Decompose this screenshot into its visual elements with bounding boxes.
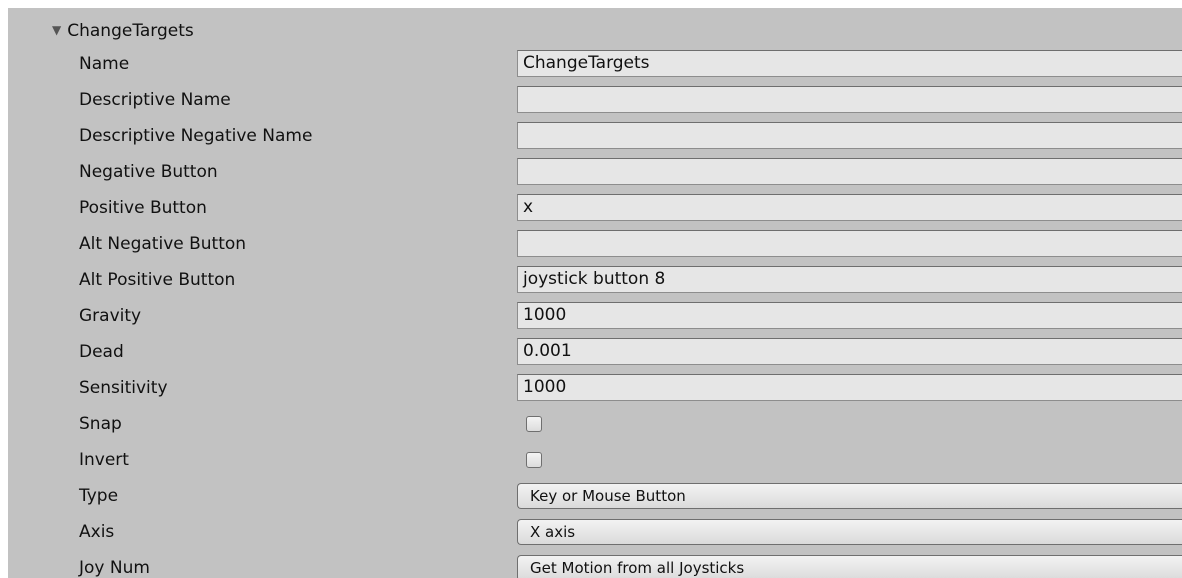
section-title: ChangeTargets [67, 21, 194, 41]
row-joy-num: Joy Num Get Motion from all Joysticks [8, 550, 1182, 578]
row-negative-button: Negative Button [8, 154, 1182, 190]
joy-num-dropdown[interactable]: Get Motion from all Joysticks [517, 555, 1182, 578]
positive-button-field[interactable]: x [517, 194, 1182, 221]
alt-positive-button-label: Alt Positive Button [79, 270, 236, 290]
dead-field[interactable]: 0.001 [517, 338, 1182, 365]
descriptive-name-label: Descriptive Name [79, 90, 231, 110]
dead-label: Dead [79, 342, 124, 362]
invert-label: Invert [79, 450, 129, 470]
alt-negative-button-label: Alt Negative Button [79, 234, 247, 254]
row-positive-button: Positive Button x [8, 190, 1182, 226]
invert-checkbox[interactable] [526, 452, 542, 468]
snap-label: Snap [79, 414, 122, 434]
type-dropdown[interactable]: Key or Mouse Button [517, 483, 1182, 509]
sensitivity-label: Sensitivity [79, 378, 168, 398]
row-descriptive-negative-name: Descriptive Negative Name [8, 118, 1182, 154]
row-type: Type Key or Mouse Button [8, 478, 1182, 514]
joy-num-label: Joy Num [79, 558, 150, 578]
descriptive-negative-name-label: Descriptive Negative Name [79, 126, 313, 146]
name-field[interactable]: ChangeTargets [517, 50, 1182, 77]
positive-button-label: Positive Button [79, 198, 207, 218]
alt-negative-button-field[interactable] [517, 230, 1182, 257]
type-label: Type [79, 486, 119, 506]
row-alt-negative-button: Alt Negative Button [8, 226, 1182, 262]
row-descriptive-name: Descriptive Name [8, 82, 1182, 118]
axis-label: Axis [79, 522, 115, 542]
descriptive-negative-name-field[interactable] [517, 122, 1182, 149]
row-name: Name ChangeTargets [8, 46, 1182, 82]
negative-button-field[interactable] [517, 158, 1182, 185]
triangle-down-icon[interactable]: ▼ [52, 23, 61, 37]
row-sensitivity: Sensitivity 1000 [8, 370, 1182, 406]
row-invert: Invert [8, 442, 1182, 478]
descriptive-name-field[interactable] [517, 86, 1182, 113]
row-axis: Axis X axis [8, 514, 1182, 550]
snap-checkbox[interactable] [526, 416, 542, 432]
alt-positive-button-field[interactable]: joystick button 8 [517, 266, 1182, 293]
input-axis-inspector: ▼ ChangeTargets Name ChangeTargets Descr… [8, 8, 1182, 578]
negative-button-label: Negative Button [79, 162, 218, 182]
row-gravity: Gravity 1000 [8, 298, 1182, 334]
sensitivity-field[interactable]: 1000 [517, 374, 1182, 401]
row-alt-positive-button: Alt Positive Button joystick button 8 [8, 262, 1182, 298]
row-dead: Dead 0.001 [8, 334, 1182, 370]
gravity-label: Gravity [79, 306, 142, 326]
gravity-field[interactable]: 1000 [517, 302, 1182, 329]
name-label: Name [79, 54, 130, 74]
row-snap: Snap [8, 406, 1182, 442]
axis-dropdown[interactable]: X axis [517, 519, 1182, 545]
section-foldout[interactable]: ▼ ChangeTargets [52, 16, 194, 46]
